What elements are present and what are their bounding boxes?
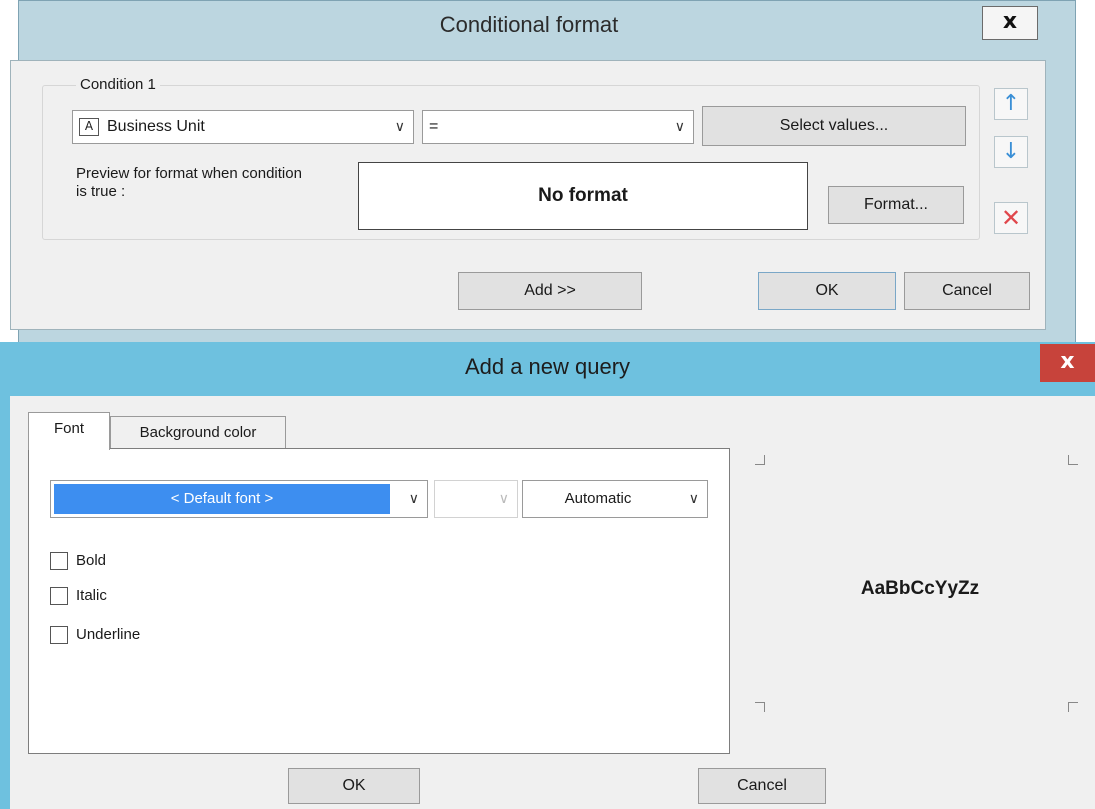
operator-select-value: = [429, 118, 439, 135]
move-down-icon[interactable]: ↓ [994, 136, 1028, 168]
bold-label: Bold [76, 552, 107, 569]
field-select[interactable]: A Business Unit ∨ [72, 110, 414, 144]
text-field-icon: A [79, 117, 99, 136]
checkbox-icon [50, 552, 68, 571]
checkbox-icon [50, 587, 68, 606]
condition-label: Condition 1 [76, 76, 160, 93]
checkbox-icon [50, 626, 68, 645]
add-query-ok-button[interactable]: OK [288, 768, 420, 804]
preview-corner-mark [755, 702, 765, 712]
underline-checkbox[interactable]: Underline [50, 624, 140, 646]
chevron-down-icon: ∨ [498, 491, 509, 507]
add-button[interactable]: Add >> [458, 272, 642, 310]
tab-background-color[interactable]: Background color [110, 416, 286, 450]
ok-button[interactable]: OK [758, 272, 896, 310]
font-sample-text: AaBbCcYyZz [860, 578, 980, 599]
conditional-format-title: Conditional format [439, 12, 619, 37]
conditional-format-close-button[interactable]: x [982, 6, 1038, 40]
preview-corner-mark [1068, 702, 1078, 712]
font-family-value: < Default font > [54, 484, 390, 514]
field-select-value: Business Unit [107, 118, 205, 135]
font-family-select[interactable]: < Default font > ∨ [50, 480, 428, 518]
font-color-select[interactable]: Automatic ∨ [522, 480, 708, 518]
format-button[interactable]: Format... [828, 186, 964, 224]
cancel-button[interactable]: Cancel [904, 272, 1030, 310]
select-values-button[interactable]: Select values... [702, 106, 966, 146]
font-size-select[interactable]: ∨ [434, 480, 518, 518]
preview-corner-mark [755, 455, 765, 465]
format-preview: No format [358, 162, 808, 230]
font-color-value: Automatic [564, 490, 632, 507]
add-query-cancel-button[interactable]: Cancel [698, 768, 826, 804]
move-up-icon[interactable]: ↑ [994, 88, 1028, 120]
operator-select[interactable]: = ∨ [422, 110, 694, 144]
add-query-close-button[interactable]: x [1040, 344, 1095, 382]
tab-font[interactable]: Font [28, 412, 110, 450]
delete-icon[interactable]: ✕ [994, 202, 1028, 234]
chevron-down-icon: ∨ [688, 491, 699, 507]
chevron-down-icon: ∨ [674, 119, 685, 135]
add-query-title: Add a new query [464, 354, 631, 379]
italic-checkbox[interactable]: Italic [50, 585, 107, 607]
underline-label: Underline [76, 626, 141, 643]
preview-corner-mark [1068, 455, 1078, 465]
preview-label: Preview for format when condition is tru… [76, 165, 302, 200]
bold-checkbox[interactable]: Bold [50, 550, 106, 572]
italic-label: Italic [76, 587, 107, 604]
chevron-down-icon: ∨ [408, 491, 419, 507]
chevron-down-icon: ∨ [394, 119, 405, 135]
